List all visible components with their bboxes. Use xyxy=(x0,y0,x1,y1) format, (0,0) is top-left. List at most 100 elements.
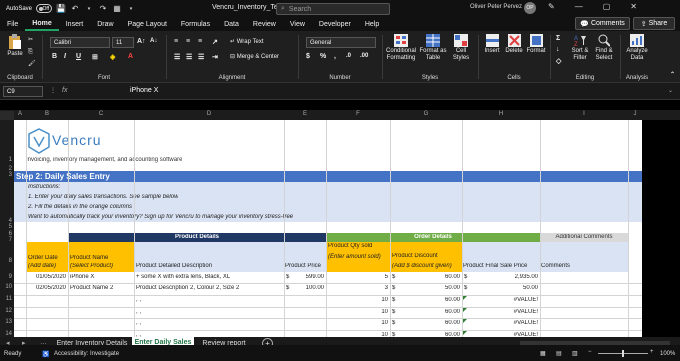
row-header-5[interactable]: 5 xyxy=(0,224,14,230)
autosave-toggle[interactable]: Off xyxy=(36,4,53,13)
fx-icon[interactable]: fx xyxy=(62,87,67,94)
table-cell-disc[interactable]: 60.00 xyxy=(400,309,460,315)
redo-icon[interactable]: ↷ xyxy=(98,4,108,14)
format-cells-button[interactable]: Format xyxy=(526,34,546,55)
customize-qat-icon[interactable]: ▾ xyxy=(126,4,136,14)
row-header-10[interactable]: 10 xyxy=(0,284,14,290)
table-cell-desc[interactable]: , , xyxy=(136,297,282,303)
search-box[interactable]: ⌕ Search xyxy=(276,3,390,15)
error-indicator-icon[interactable] xyxy=(463,319,467,323)
worksheet-grid[interactable]: Vencru Invoicing, inventory management, … xyxy=(14,120,642,345)
table-cell-qty[interactable]: 10 xyxy=(328,309,388,315)
table-cell-disc-sym[interactable]: $ xyxy=(392,309,400,315)
error-indicator-icon[interactable] xyxy=(463,331,467,335)
column-header-a[interactable]: A xyxy=(14,111,26,117)
currency-icon[interactable]: $ xyxy=(306,53,310,60)
undo-dropdown-icon[interactable]: ▾ xyxy=(84,4,94,14)
expand-formula-icon[interactable]: ⌄ xyxy=(668,87,673,94)
increase-font-icon[interactable]: A↑ xyxy=(137,38,146,45)
format-painter-icon[interactable]: 🖌 xyxy=(28,61,36,68)
tab-data[interactable]: Data xyxy=(217,17,246,31)
table-cell-desc[interactable]: Product Description 2, Colour 2, Size 2 xyxy=(136,285,282,291)
table-cell-final-sym[interactable]: $ xyxy=(464,274,472,280)
align-top-icon[interactable]: ≡ xyxy=(174,38,178,45)
table-cell-desc[interactable]: + some X with extra lens, Black, XL xyxy=(136,274,282,280)
table-cell-qty[interactable]: 10 xyxy=(328,320,388,326)
font-size-select[interactable]: 11 xyxy=(112,37,134,48)
insert-cells-button[interactable]: Insert xyxy=(482,34,502,55)
error-indicator-icon[interactable] xyxy=(463,308,467,312)
table-cell-disc-sym[interactable]: $ xyxy=(392,285,400,291)
row-header-1[interactable]: 1 xyxy=(0,157,14,163)
column-header-e[interactable]: E xyxy=(284,111,326,117)
maximize-icon[interactable]: ▢ xyxy=(603,2,611,11)
row-header-12[interactable]: 12 xyxy=(0,308,14,314)
column-header-d[interactable]: D xyxy=(134,111,284,117)
avatar[interactable]: OP xyxy=(524,2,536,14)
save-icon[interactable]: 💾 xyxy=(56,4,66,14)
row-header-8[interactable]: 8 xyxy=(0,258,14,264)
table-cell-qty[interactable]: 5 xyxy=(328,274,388,280)
close-icon[interactable]: ✕ xyxy=(630,2,637,11)
row-header-13[interactable]: 13 xyxy=(0,319,14,325)
align-left-icon[interactable]: ☰ xyxy=(174,53,180,61)
table-cell-name[interactable]: Product Name 2 xyxy=(70,285,132,291)
underline-button[interactable]: U xyxy=(76,53,81,60)
tab-file[interactable]: File xyxy=(0,17,25,31)
column-header-g[interactable]: G xyxy=(390,111,462,117)
collapse-ribbon-icon[interactable]: ⌃ xyxy=(670,71,675,78)
table-cell-final[interactable]: #VALUE! xyxy=(472,309,538,315)
table-cell-disc-sym[interactable]: $ xyxy=(392,297,400,303)
font-color-icon[interactable]: A xyxy=(128,53,133,60)
table-cell-price-sym[interactable]: $ xyxy=(286,285,294,291)
pen-icon[interactable]: ✎ xyxy=(548,2,555,11)
column-header-c[interactable]: C xyxy=(68,111,134,117)
zoom-level[interactable]: 100% xyxy=(660,351,675,357)
table-cell-final[interactable]: 2,935.00 xyxy=(472,274,538,280)
row-header-7[interactable]: 7 xyxy=(0,237,14,243)
column-header-f[interactable]: F xyxy=(326,111,390,117)
quick-access-icon[interactable]: ▦ xyxy=(112,4,122,14)
column-header-j[interactable]: J xyxy=(628,111,642,117)
align-center-icon[interactable]: ☰ xyxy=(186,53,192,61)
table-cell-final[interactable]: #VALUE! xyxy=(472,320,538,326)
select-all-corner[interactable] xyxy=(0,111,14,120)
merge-center-button[interactable]: ⊟ Merge & Center xyxy=(230,54,279,61)
delete-cells-button[interactable]: Delete xyxy=(504,34,524,55)
table-cell-disc[interactable]: 60.00 xyxy=(400,274,460,280)
align-middle-icon[interactable]: ≡ xyxy=(186,38,190,45)
conditional-formatting-button[interactable]: Conditional Formatting xyxy=(384,34,418,62)
table-cell-final-sym[interactable]: $ xyxy=(464,285,472,291)
comments-button[interactable]: 💬 Comments xyxy=(575,17,630,30)
zoom-out-icon[interactable]: − xyxy=(588,349,592,355)
accessibility-status[interactable]: Accessibility: Investigate xyxy=(54,351,119,357)
column-header-i[interactable]: I xyxy=(540,111,628,117)
tab-view[interactable]: View xyxy=(283,17,312,31)
cut-icon[interactable]: ✂ xyxy=(28,37,33,44)
tab-formulas[interactable]: Formulas xyxy=(174,17,217,31)
tab-help[interactable]: Help xyxy=(358,17,386,31)
undo-icon[interactable]: ↶ xyxy=(70,4,80,14)
row-header-9[interactable]: 9 xyxy=(0,274,14,280)
column-header-h[interactable]: H xyxy=(462,111,540,117)
column-header-b[interactable]: B xyxy=(26,111,68,117)
font-name-select[interactable]: Calibri xyxy=(50,37,110,48)
tab-draw[interactable]: Draw xyxy=(90,17,120,31)
tab-insert[interactable]: Insert xyxy=(59,17,91,31)
align-right-icon[interactable]: ☰ xyxy=(198,53,204,61)
table-cell-qty[interactable]: 10 xyxy=(328,297,388,303)
name-box[interactable]: C9 xyxy=(3,86,43,97)
indent-icon[interactable]: ⇥ xyxy=(212,53,218,61)
table-cell-price[interactable]: 599.00 xyxy=(294,274,324,280)
number-format-select[interactable]: General xyxy=(306,37,376,48)
bold-button[interactable]: B xyxy=(52,53,57,60)
table-cell-desc[interactable]: , , xyxy=(136,309,282,315)
table-cell-desc[interactable]: , , xyxy=(136,320,282,326)
table-cell-disc-sym[interactable]: $ xyxy=(392,274,400,280)
wrap-text-button[interactable]: ↵ Wrap Text xyxy=(230,39,264,46)
orientation-icon[interactable]: ↗ xyxy=(212,38,218,46)
table-cell-price[interactable]: 100.00 xyxy=(294,285,324,291)
tab-developer[interactable]: Developer xyxy=(312,17,358,31)
formula-input[interactable]: iPhone X xyxy=(130,87,158,94)
analyze-data-button[interactable]: Analyze Data xyxy=(624,34,650,62)
